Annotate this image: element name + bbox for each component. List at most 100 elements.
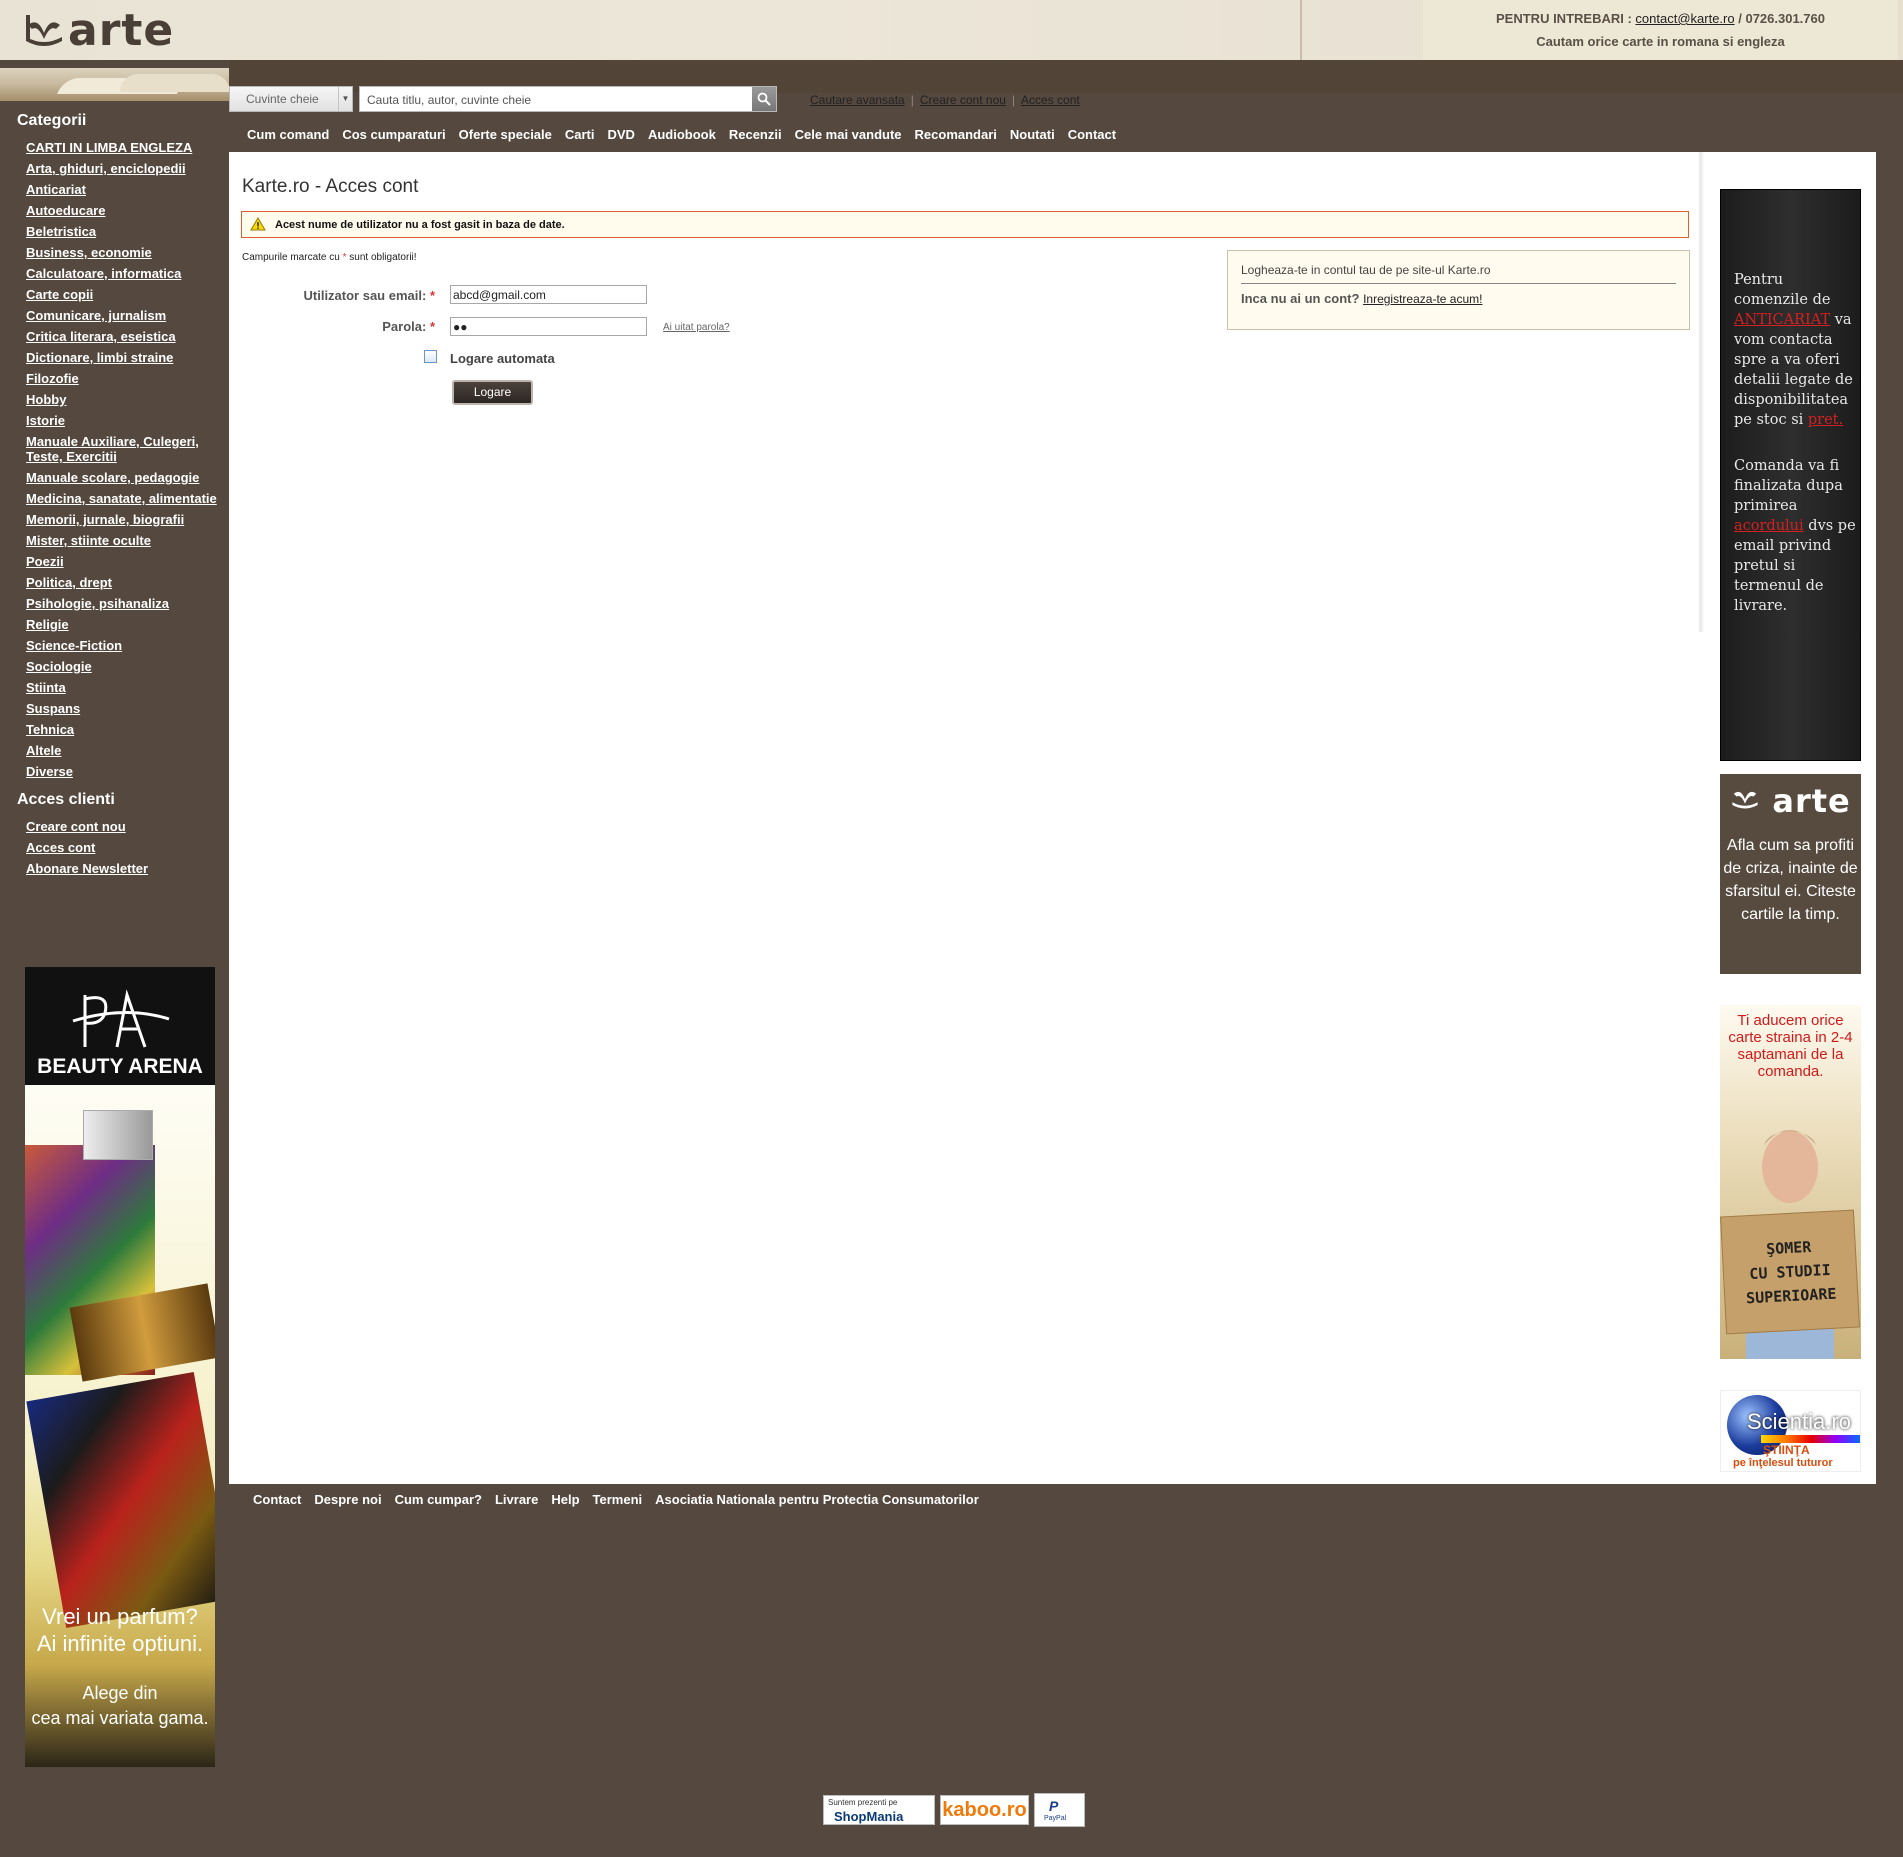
foreign-books-ad[interactable]: Ti aducem orice carte straina in 2-4 sap… <box>1720 1005 1861 1359</box>
nav-how-to-order[interactable]: Cum comand <box>247 127 329 142</box>
category-link[interactable]: Religie <box>26 617 69 632</box>
create-account-link[interactable]: Creare cont nou <box>920 93 1006 107</box>
category-link[interactable]: Comunicare, jurnalism <box>26 308 166 323</box>
list-item: Stiinta <box>26 680 229 695</box>
nav-audiobook[interactable]: Audiobook <box>648 127 716 142</box>
nav-special-offers[interactable]: Oferte speciale <box>459 127 552 142</box>
nav-contact[interactable]: Contact <box>1068 127 1116 142</box>
login-box-title: Logheaza-te in contul tau de pe site-ul … <box>1241 263 1676 284</box>
book-leaf-icon <box>26 15 62 46</box>
beauty-ad-line: cea mai variata gama. <box>31 1708 209 1728</box>
link-separator: | <box>910 93 914 107</box>
category-link[interactable]: Mister, stiinte oculte <box>26 533 151 548</box>
category-link[interactable]: Beletristica <box>26 224 96 239</box>
category-link[interactable]: Manuale scolare, pedagogie <box>26 470 199 485</box>
search-button[interactable] <box>752 87 776 111</box>
login-button[interactable]: Logare <box>452 380 533 405</box>
nav-reviews[interactable]: Recenzii <box>729 127 782 142</box>
password-input[interactable]: ●● <box>450 317 647 336</box>
chevron-down-icon[interactable]: ▼ <box>338 87 352 111</box>
link-separator: | <box>1011 93 1016 107</box>
nav-news[interactable]: Noutati <box>1010 127 1055 142</box>
category-link[interactable]: Autoeducare <box>26 203 105 218</box>
scientia-ad[interactable]: Scientia.ro ŞTIINŢA pe înţelesul tuturor <box>1720 1390 1861 1472</box>
forgot-password-link[interactable]: Ai uitat parola? <box>663 322 730 333</box>
category-link[interactable]: Calculatoare, informatica <box>26 266 181 281</box>
category-link[interactable]: Politica, drept <box>26 575 112 590</box>
sidebar-account-access-link[interactable]: Acces cont <box>26 840 95 855</box>
list-item: Abonare Newsletter <box>26 861 229 876</box>
category-link[interactable]: Hobby <box>26 392 66 407</box>
required-note-text: sunt obligatorii! <box>349 252 417 263</box>
search-icon <box>757 92 771 106</box>
list-item: Manuale scolare, pedagogie <box>26 470 229 485</box>
category-link[interactable]: Anticariat <box>26 182 86 197</box>
category-link[interactable]: Istorie <box>26 413 65 428</box>
category-link[interactable]: Dictionare, limbi straine <box>26 350 173 365</box>
category-link[interactable]: Filozofie <box>26 371 79 386</box>
beauty-ad-line: Ai infinite optiuni. <box>36 1631 204 1656</box>
sidebar-newsletter-link[interactable]: Abonare Newsletter <box>26 861 148 876</box>
search-type-select[interactable]: Cuvinte cheie ▼ <box>229 86 353 112</box>
search-input[interactable]: Cauta titlu, autor, cuvinte cheie <box>359 86 777 112</box>
category-link[interactable]: Suspans <box>26 701 80 716</box>
category-link[interactable]: Science-Fiction <box>26 638 122 653</box>
contact-email-link[interactable]: contact@karte.ro <box>1635 11 1734 26</box>
register-now-link[interactable]: Inregistreaza-te acum! <box>1363 292 1482 306</box>
footer-help-link[interactable]: Help <box>551 1492 579 1507</box>
kaboo-badge[interactable]: kaboo.ro <box>940 1795 1029 1825</box>
category-link[interactable]: Stiinta <box>26 680 66 695</box>
category-link[interactable]: Carte copii <box>26 287 93 302</box>
list-item: Autoeducare <box>26 203 229 218</box>
page-title: Karte.ro - Acces cont <box>242 176 419 197</box>
category-link[interactable]: Medicina, sanatate, alimentatie <box>26 491 217 506</box>
category-link[interactable]: Business, economie <box>26 245 152 260</box>
sidebar-create-account-link[interactable]: Creare cont nou <box>26 819 126 834</box>
required-star: * <box>342 252 347 263</box>
nav-dvd[interactable]: DVD <box>608 127 635 142</box>
category-link[interactable]: Psihologie, psihanaliza <box>26 596 169 611</box>
category-list: CARTI IN LIMBA ENGLEZA Arta, ghiduri, en… <box>0 140 229 779</box>
list-item: Creare cont nou <box>26 819 229 834</box>
auto-login-label[interactable]: Logare automata <box>450 351 555 366</box>
search-placeholder: Cauta titlu, autor, cuvinte cheie <box>367 93 532 107</box>
category-link[interactable]: Diverse <box>26 764 73 779</box>
category-link[interactable]: Altele <box>26 743 61 758</box>
advanced-search-link[interactable]: Cautare avansata <box>810 93 905 107</box>
footer-about-link[interactable]: Despre noi <box>314 1492 381 1507</box>
category-link[interactable]: Memorii, jurnale, biografii <box>26 512 184 527</box>
footer-how-to-buy-link[interactable]: Cum cumpar? <box>395 1492 482 1507</box>
footer-delivery-link[interactable]: Livrare <box>495 1492 538 1507</box>
nav-cart[interactable]: Cos cumparaturi <box>342 127 445 142</box>
list-item: Critica literara, eseistica <box>26 329 229 344</box>
nav-recommendations[interactable]: Recomandari <box>915 127 997 142</box>
nav-bestsellers[interactable]: Cele mai vandute <box>795 127 902 142</box>
category-link[interactable]: Manuale Auxiliare, Culegeri, Teste, Exer… <box>26 434 199 464</box>
category-link[interactable]: Poezii <box>26 554 64 569</box>
shopmania-badge[interactable]: Suntem prezenti pe ShopMania <box>823 1795 935 1825</box>
category-link[interactable]: Sociologie <box>26 659 92 674</box>
clients-heading: Acces clienti <box>17 791 115 808</box>
site-logo[interactable]: arte <box>24 6 174 56</box>
list-item: Memorii, jurnale, biografii <box>26 512 229 527</box>
auto-login-checkbox[interactable] <box>424 350 437 363</box>
paypal-badge[interactable]: P PayPal <box>1034 1793 1085 1827</box>
category-link[interactable]: Tehnica <box>26 722 74 737</box>
beauty-arena-logo-icon <box>72 989 170 1048</box>
beauty-arena-ad[interactable]: BEAUTY ARENA Vrei un parfum? Ai infinite… <box>25 967 215 1767</box>
footer-anpc-link[interactable]: Asociatia Nationala pentru Protectia Con… <box>655 1492 979 1507</box>
username-input[interactable]: abcd@gmail.com <box>450 285 647 304</box>
footer-terms-link[interactable]: Termeni <box>593 1492 643 1507</box>
account-access-link[interactable]: Acces cont <box>1021 93 1080 107</box>
antiquarian-info-ad[interactable]: Pentru comenzile de ANTICARIAT va vom co… <box>1720 189 1861 761</box>
category-link[interactable]: CARTI IN LIMBA ENGLEZA <box>26 140 192 155</box>
category-link[interactable]: Arta, ghiduri, enciclopedii <box>26 161 186 176</box>
nav-books[interactable]: Carti <box>565 127 595 142</box>
beauty-ad-line: Vrei un parfum? <box>42 1604 198 1629</box>
list-item: Mister, stiinte oculte <box>26 533 229 548</box>
list-item: Sociologie <box>26 659 229 674</box>
footer-contact-link[interactable]: Contact <box>253 1492 301 1507</box>
contact-line: PENTRU INTREBARI : contact@karte.ro / 07… <box>1423 7 1898 30</box>
category-link[interactable]: Critica literara, eseistica <box>26 329 176 344</box>
karte-crisis-ad[interactable]: arte Afla cum sa profiti de criza, inain… <box>1720 774 1861 974</box>
